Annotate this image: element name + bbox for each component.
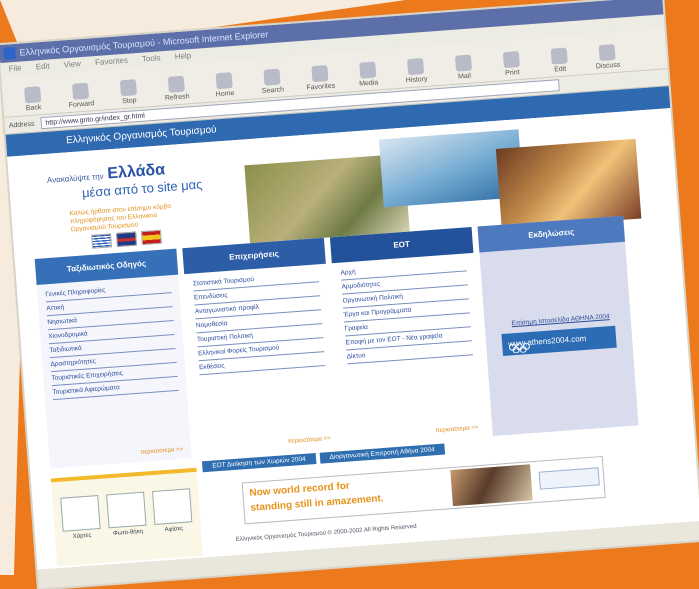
search-icon (263, 68, 281, 86)
olympic-rings-icon (508, 342, 530, 354)
back-icon (24, 86, 42, 104)
travel-guide-column: Ταξιδιωτικός Οδηγός Γενικές Πληροφορίες … (34, 248, 192, 469)
language-flags (91, 229, 162, 249)
ad-logo (538, 467, 600, 490)
mail-button[interactable]: Mail (439, 53, 489, 84)
ad-photo (450, 464, 533, 507)
browser-window: Ελληνικός Οργανισμός Τουρισμού - Microso… (0, 0, 699, 589)
favorites-button[interactable]: Favorites (295, 64, 345, 95)
menu-file[interactable]: File (8, 63, 22, 73)
menu-edit[interactable]: Edit (35, 61, 49, 71)
menu-favorites[interactable]: Favorites (95, 56, 128, 67)
webpage: Ελληνικός Οργανισμός Τουρισμού Ανακαλύψτ… (5, 86, 699, 570)
more-link[interactable]: περισσότερα >> (140, 447, 183, 456)
events-column: Εκδηλώσεις Επίσημη Ιστοσελίδα ΑΘΗΝΑ 2004… (477, 215, 639, 436)
photo-library-link[interactable]: Φωτο-θήκη (106, 491, 147, 538)
poster-icon (152, 488, 193, 525)
print-button[interactable]: Print (487, 50, 537, 81)
mail-icon (454, 54, 473, 72)
copyright-text: Ελληνικός Οργανισμός Τουρισμού © 2000-20… (235, 523, 417, 544)
media-links: Χάρτες Φωτο-θήκη Αφίσες (50, 467, 203, 567)
maps-link[interactable]: Χάρτες (60, 495, 101, 541)
edit-icon (550, 47, 568, 65)
refresh-icon (167, 75, 185, 93)
edit-button[interactable]: Edit (535, 46, 585, 77)
forward-icon (71, 82, 90, 100)
business-column: Επιχειρήσεις Στατιστικά Τουρισμού Επενδύ… (182, 237, 340, 458)
stop-button[interactable]: Stop (104, 78, 154, 109)
print-icon (502, 51, 520, 69)
history-button[interactable]: History (391, 57, 441, 88)
history-icon (407, 58, 425, 76)
athens2004-banner[interactable]: www.athens2004.com (501, 325, 617, 356)
photo-icon (106, 491, 147, 529)
posters-link[interactable]: Αφίσες (152, 488, 193, 534)
home-icon (215, 72, 233, 90)
discuss-icon (598, 43, 616, 62)
nav-columns: Ταξιδιωτικός Οδηγός Γενικές Πληροφορίες … (34, 215, 649, 469)
address-label: Address (8, 120, 35, 130)
media-button[interactable]: Media (343, 60, 393, 91)
uk-flag-icon[interactable] (116, 231, 137, 247)
favorites-icon (311, 65, 329, 83)
menu-view[interactable]: View (63, 59, 81, 69)
spanish-flag-icon[interactable] (140, 229, 162, 246)
menu-tools[interactable]: Tools (142, 53, 161, 63)
home-button[interactable]: Home (200, 71, 250, 102)
search-button[interactable]: Search (247, 67, 297, 98)
discuss-button[interactable]: Discuss (583, 43, 633, 74)
more-link[interactable]: περισσότερα >> (288, 436, 331, 445)
eot-column: ΕΟΤ Αρχή Αρμοδιότητες Οργανωτική Πολιτικ… (329, 226, 487, 447)
media-icon (359, 61, 377, 79)
more-link[interactable]: περισσότερα >> (435, 425, 478, 434)
stop-icon (119, 79, 137, 97)
ie-icon (3, 46, 16, 60)
back-button[interactable]: Back (8, 85, 58, 116)
hero-welcome: Καλώς ήρθατε στον επίσημο κόμβο πληροφόρ… (69, 202, 172, 234)
refresh-button[interactable]: Refresh (152, 74, 202, 105)
menu-help[interactable]: Help (174, 51, 191, 61)
map-icon (60, 495, 101, 532)
greek-flag-icon[interactable] (91, 233, 113, 249)
forward-button[interactable]: Forward (56, 81, 106, 112)
ad-banner[interactable]: Now world record for standing still in a… (241, 455, 606, 525)
